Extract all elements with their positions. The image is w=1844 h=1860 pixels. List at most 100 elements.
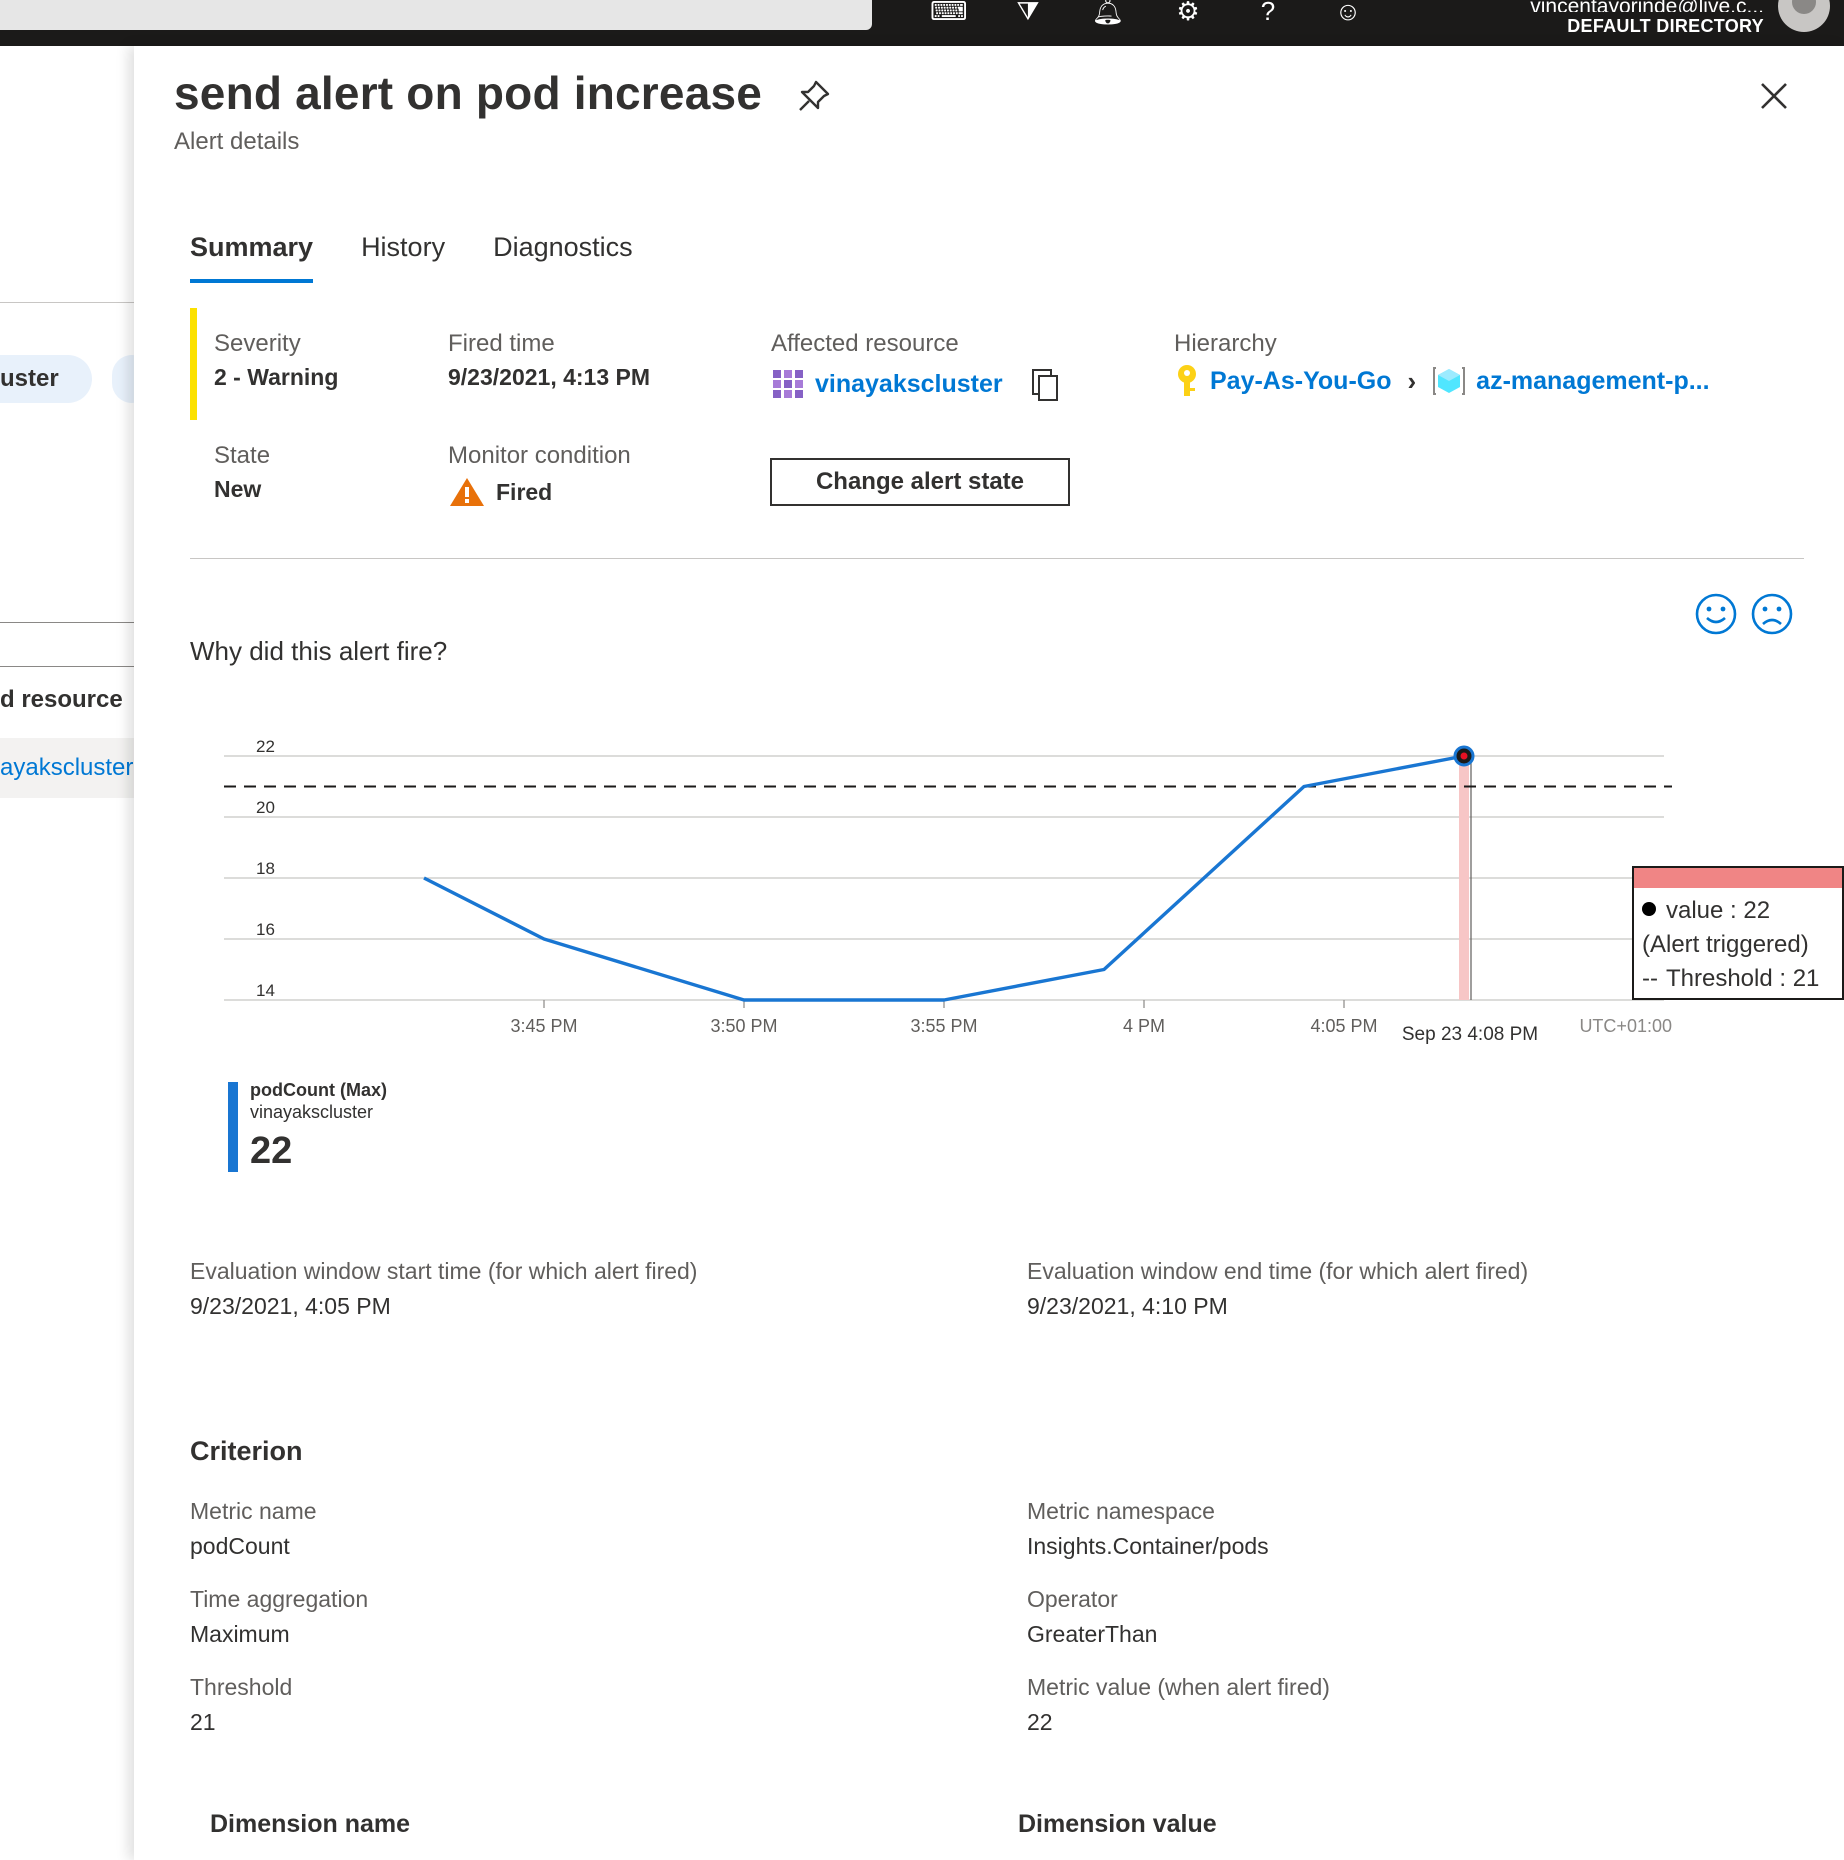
y-tick-label: 14 — [256, 981, 275, 1000]
y-tick-label: 22 — [256, 737, 275, 756]
kubernetes-cluster-icon — [773, 370, 803, 398]
monitor-condition-field: Monitor condition Fired — [448, 442, 631, 508]
metric-name-label: Metric name — [190, 1498, 317, 1524]
tooltip-header — [1634, 868, 1842, 888]
affected-resource-field: Affected resource vinayakscluster — [771, 330, 1065, 404]
x-tick-label: 3:45 PM — [510, 1016, 577, 1036]
alert-highlight-band — [1459, 756, 1469, 1000]
x-highlight-label: Sep 23 4:08 PM — [1402, 1024, 1538, 1045]
column-header: d resource — [0, 686, 123, 713]
y-tick-label: 16 — [256, 920, 275, 939]
resource-link[interactable]: ayakscluster — [0, 738, 135, 798]
severity-label: Severity — [214, 330, 301, 357]
operator-label: Operator — [1027, 1586, 1118, 1612]
why-alert-fired-heading: Why did this alert fire? — [190, 636, 448, 666]
severity-field: Severity 2 - Warning — [214, 330, 338, 391]
management-group-icon — [1433, 367, 1466, 395]
metric-namespace-field: Metric namespace Insights.Container/pods — [1027, 1498, 1269, 1560]
notifications-icon[interactable]: 🔔︎ — [1090, 0, 1126, 30]
threshold-label: Threshold — [190, 1674, 293, 1700]
severity-color-bar — [190, 308, 197, 420]
evaluation-end: Evaluation window end time (for which al… — [1027, 1258, 1528, 1320]
hierarchy-management-group-link[interactable]: az-management-p... — [1476, 367, 1709, 396]
metric-chart[interactable]: 22 20 18 16 14 3:45 PM 3:50 PM 3:55 PM 4 PM 4:05 … — [224, 726, 1844, 1146]
metric-value-value: 22 — [1027, 1709, 1053, 1735]
state-value: New — [214, 476, 262, 502]
metric-value-field: Metric value (when alert fired) 22 — [1027, 1674, 1330, 1736]
legend-value: 22 — [250, 1130, 293, 1172]
metric-value-label: Metric value (when alert fired) — [1027, 1674, 1330, 1700]
directory-filter-icon[interactable]: ⧩ — [1010, 0, 1046, 30]
time-aggregation-label: Time aggregation — [190, 1586, 369, 1612]
metric-name-value: podCount — [190, 1533, 290, 1559]
page-title: send alert on pod increase — [174, 67, 763, 119]
x-tick-label: 3:55 PM — [910, 1016, 977, 1036]
state-field: State New — [214, 442, 270, 503]
divider — [190, 558, 1804, 559]
dimension-name-header: Dimension name — [210, 1810, 411, 1838]
timezone-label: UTC+01:00 — [1579, 1016, 1672, 1036]
directory-label: DEFAULT DIRECTORY — [1567, 16, 1764, 36]
threshold-field: Threshold 21 — [190, 1674, 292, 1736]
search-input[interactable] — [0, 0, 872, 30]
legend-color-bar — [228, 1082, 238, 1172]
hierarchy-subscription-link[interactable]: Pay-As-You-Go — [1210, 367, 1392, 396]
evaluation-end-value: 9/23/2021, 4:10 PM — [1027, 1293, 1228, 1319]
chart-tooltip: value : 22 (Alert triggered) -- Threshold… — [1632, 866, 1844, 1000]
criterion-heading: Criterion — [190, 1436, 303, 1466]
change-alert-state-button[interactable]: Change alert state — [770, 458, 1070, 506]
alert-point-center — [1460, 752, 1468, 760]
frown-icon[interactable] — [1750, 592, 1794, 636]
close-icon[interactable] — [1754, 76, 1794, 116]
feedback-icon[interactable]: ☺ — [1330, 0, 1366, 30]
cloud-shell-icon[interactable]: ⌨ — [930, 0, 968, 30]
top-bar: ⌨ ⧩ 🔔︎ ⚙ ? ☺ vincentayorinde@live.c... D… — [0, 0, 1844, 46]
topbar-icons: ⌨ ⧩ 🔔︎ ⚙ ? ☺ — [930, 0, 1366, 30]
evaluation-start-value: 9/23/2021, 4:05 PM — [190, 1293, 391, 1319]
help-icon[interactable]: ? — [1250, 0, 1286, 30]
user-email: vincentayorinde@live.c... — [1530, 0, 1764, 12]
tooltip-triggered: (Alert triggered) — [1642, 931, 1809, 958]
monitor-condition-value: Fired — [496, 478, 553, 505]
tab-summary[interactable]: Summary — [190, 232, 314, 283]
affected-resource-label: Affected resource — [771, 330, 959, 357]
tab-bar: Summary History Diagnostics — [190, 232, 633, 283]
smile-icon[interactable] — [1694, 592, 1738, 636]
monitor-condition-label: Monitor condition — [448, 442, 631, 469]
y-tick-label: 20 — [256, 798, 275, 817]
background-blade: uster d resource ayakscluster — [0, 46, 152, 1860]
alert-point-icon — [1642, 902, 1656, 916]
account-menu[interactable]: vincentayorinde@live.c... DEFAULT DIRECT… — [1530, 0, 1764, 37]
metric-namespace-value: Insights.Container/pods — [1027, 1533, 1269, 1559]
metric-name-field: Metric name podCount — [190, 1498, 317, 1560]
settings-icon[interactable]: ⚙ — [1170, 0, 1206, 30]
subscription-key-icon — [1178, 365, 1196, 396]
y-tick-label: 18 — [256, 859, 275, 878]
tab-diagnostics[interactable]: Diagnostics — [493, 232, 633, 283]
avatar[interactable] — [1778, 0, 1830, 32]
time-aggregation-value: Maximum — [190, 1621, 290, 1647]
copy-icon[interactable] — [1025, 364, 1065, 404]
filter-chip[interactable]: uster — [0, 355, 92, 403]
tab-history[interactable]: History — [361, 232, 445, 283]
threshold-value: 21 — [190, 1709, 216, 1735]
fired-time-value: 9/23/2021, 4:13 PM — [448, 364, 651, 390]
affected-resource-link[interactable]: vinayakscluster — [815, 370, 1003, 399]
dashed-line-icon: -- — [1642, 965, 1658, 992]
divider — [0, 666, 135, 667]
legend-metric[interactable]: podCount (Max) — [250, 1080, 387, 1101]
operator-field: Operator GreaterThan — [1027, 1586, 1157, 1648]
pin-icon[interactable] — [794, 76, 834, 116]
x-tick-label: 4 PM — [1123, 1016, 1165, 1036]
tooltip-value: value : 22 — [1666, 897, 1771, 924]
operator-value: GreaterThan — [1027, 1621, 1158, 1647]
dimension-value-header: Dimension value — [1018, 1810, 1217, 1838]
metric-namespace-label: Metric namespace — [1027, 1498, 1215, 1524]
severity-value: 2 - Warning — [214, 364, 339, 390]
evaluation-end-label: Evaluation window end time (for which al… — [1027, 1258, 1529, 1284]
tooltip-threshold: Threshold : 21 — [1665, 965, 1820, 992]
warning-icon — [450, 478, 484, 506]
x-tick-label: 3:50 PM — [710, 1016, 777, 1036]
x-tick-label: 4:05 PM — [1310, 1016, 1377, 1036]
evaluation-start: Evaluation window start time (for which … — [190, 1258, 697, 1320]
